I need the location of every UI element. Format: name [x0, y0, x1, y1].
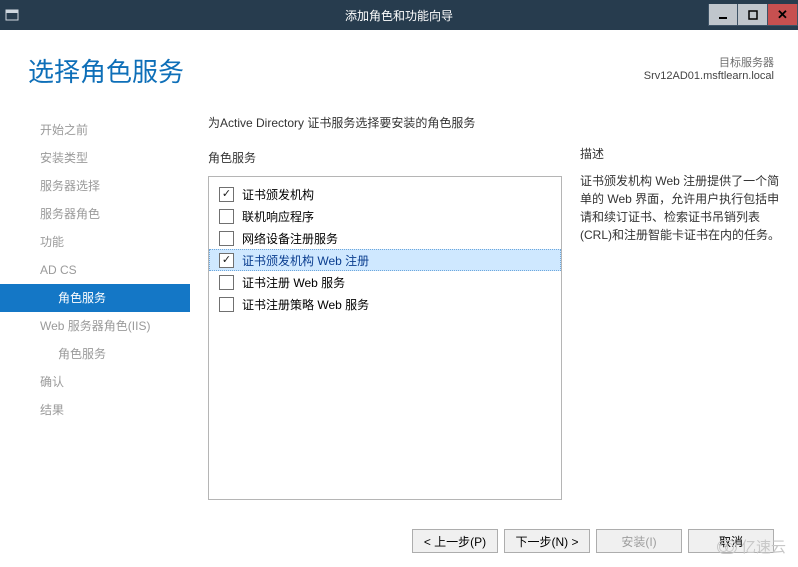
roles-label: 角色服务: [208, 149, 562, 166]
sidebar-item[interactable]: 功能: [0, 228, 190, 256]
role-label: 网络设备注册服务: [242, 230, 338, 247]
checkbox-icon[interactable]: [219, 297, 234, 312]
role-item[interactable]: 证书颁发机构: [209, 183, 561, 205]
sidebar-item[interactable]: 确认: [0, 368, 190, 396]
sidebar-item[interactable]: 角色服务: [0, 284, 190, 312]
cancel-button[interactable]: 取消: [688, 529, 774, 553]
prev-button[interactable]: < 上一步(P): [412, 529, 498, 553]
checkbox-icon[interactable]: [219, 187, 234, 202]
role-item[interactable]: 证书注册 Web 服务: [209, 271, 561, 293]
install-button[interactable]: 安装(I): [596, 529, 682, 553]
sidebar-item[interactable]: 服务器选择: [0, 172, 190, 200]
sidebar-item[interactable]: 结果: [0, 396, 190, 424]
checkbox-icon[interactable]: [219, 275, 234, 290]
next-button[interactable]: 下一步(N) >: [504, 529, 590, 553]
role-item[interactable]: 联机响应程序: [209, 205, 561, 227]
description-text: 证书颁发机构 Web 注册提供了一个简单的 Web 界面，允许用户执行包括申请和…: [580, 172, 780, 244]
sidebar-item[interactable]: 角色服务: [0, 340, 190, 368]
description-label: 描述: [580, 145, 780, 162]
target-server-label: 目标服务器: [644, 54, 774, 70]
role-item[interactable]: 证书颁发机构 Web 注册: [209, 249, 561, 271]
window-controls: ✕: [708, 4, 798, 26]
titlebar: 添加角色和功能向导 ✕: [0, 0, 798, 30]
target-server-block: 目标服务器 Srv12AD01.msftlearn.local: [644, 54, 774, 82]
close-button[interactable]: ✕: [768, 4, 798, 26]
sidebar-item[interactable]: Web 服务器角色(IIS): [0, 312, 190, 340]
checkbox-icon[interactable]: [219, 231, 234, 246]
role-item[interactable]: 证书注册策略 Web 服务: [209, 293, 561, 315]
instruction-text: 为Active Directory 证书服务选择要安装的角色服务: [208, 114, 562, 131]
role-label: 证书注册 Web 服务: [242, 274, 345, 291]
app-icon: [0, 0, 24, 30]
sidebar: 开始之前安装类型服务器选择服务器角色功能AD CS角色服务Web 服务器角色(I…: [0, 100, 190, 510]
main-panel: 为Active Directory 证书服务选择要安装的角色服务 角色服务 证书…: [190, 100, 798, 510]
minimize-button[interactable]: [708, 4, 738, 26]
checkbox-icon[interactable]: [219, 209, 234, 224]
description-column: 描述 证书颁发机构 Web 注册提供了一个简单的 Web 界面，允许用户执行包括…: [580, 114, 780, 510]
roles-listbox[interactable]: 证书颁发机构联机响应程序网络设备注册服务证书颁发机构 Web 注册证书注册 We…: [208, 176, 562, 500]
maximize-button[interactable]: [738, 4, 768, 26]
role-label: 联机响应程序: [242, 208, 314, 225]
sidebar-item[interactable]: 安装类型: [0, 144, 190, 172]
target-server-name: Srv12AD01.msftlearn.local: [644, 70, 774, 82]
role-label: 证书颁发机构: [242, 186, 314, 203]
roles-column: 为Active Directory 证书服务选择要安装的角色服务 角色服务 证书…: [208, 114, 562, 510]
window-title: 添加角色和功能向导: [345, 7, 453, 24]
role-item[interactable]: 网络设备注册服务: [209, 227, 561, 249]
footer-buttons: < 上一步(P) 下一步(N) > 安装(I) 取消: [412, 529, 774, 553]
header: 选择角色服务 目标服务器 Srv12AD01.msftlearn.local: [0, 30, 798, 100]
role-label: 证书注册策略 Web 服务: [242, 296, 369, 313]
content: 开始之前安装类型服务器选择服务器角色功能AD CS角色服务Web 服务器角色(I…: [0, 100, 798, 510]
sidebar-item[interactable]: 服务器角色: [0, 200, 190, 228]
sidebar-item[interactable]: 开始之前: [0, 116, 190, 144]
sidebar-item[interactable]: AD CS: [0, 256, 190, 284]
role-label: 证书颁发机构 Web 注册: [242, 252, 369, 269]
checkbox-icon[interactable]: [219, 253, 234, 268]
